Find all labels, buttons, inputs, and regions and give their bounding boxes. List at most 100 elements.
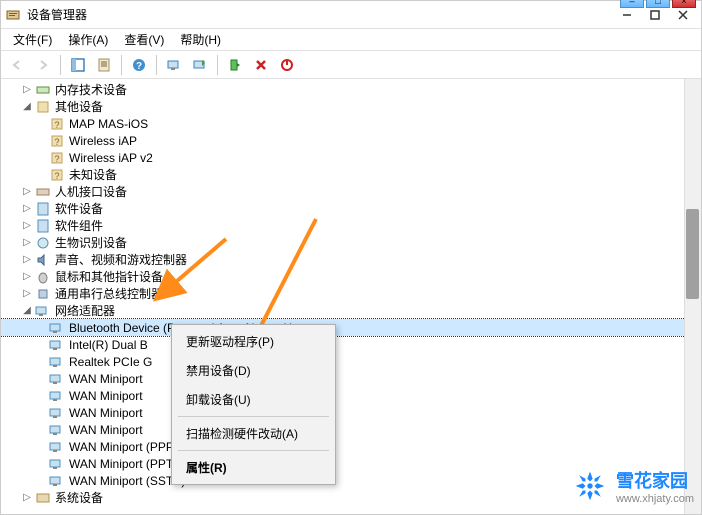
network-adapter-icon — [49, 371, 65, 387]
toolbar-separator — [156, 55, 157, 75]
window-title: 设备管理器 — [27, 6, 613, 23]
ctx-separator — [178, 416, 329, 417]
tree-item-other[interactable]: ◢其他设备 — [1, 98, 701, 115]
back-button — [5, 53, 29, 77]
ctx-separator — [178, 450, 329, 451]
mini-close[interactable]: × — [672, 0, 696, 8]
device-tree[interactable]: ▷内存技术设备 ◢其他设备 ?MAP MAS-iOS ?Wireless iAP… — [1, 79, 701, 514]
forward-button — [31, 53, 55, 77]
disable-button[interactable] — [275, 53, 299, 77]
expander-icon[interactable]: ◢ — [21, 305, 33, 317]
network-adapter-icon — [49, 456, 65, 472]
help-button[interactable]: ? — [127, 53, 151, 77]
network-adapter-icon — [49, 337, 65, 353]
software-icon — [35, 201, 51, 217]
tree-item-software-dev[interactable]: ▷软件设备 — [1, 200, 701, 217]
ctx-properties[interactable]: 属性(R) — [174, 453, 333, 482]
ctx-update-driver[interactable]: 更新驱动程序(P) — [174, 327, 333, 356]
expander-icon[interactable]: ▷ — [21, 492, 33, 504]
tree-item[interactable]: WAN Miniport — [1, 370, 701, 387]
expander-icon[interactable]: ◢ — [21, 101, 33, 113]
svg-text:?: ? — [54, 154, 59, 164]
ctx-uninstall[interactable]: 卸载设备(U) — [174, 385, 333, 414]
ctx-scan[interactable]: 扫描检测硬件改动(A) — [174, 419, 333, 448]
network-adapter-icon — [49, 422, 65, 438]
usb-icon — [35, 286, 51, 302]
tree-item-software-comp[interactable]: ▷软件组件 — [1, 217, 701, 234]
network-adapter-icon — [49, 320, 65, 336]
properties-button[interactable] — [92, 53, 116, 77]
tree-item[interactable]: ?Wireless iAP v2 — [1, 149, 701, 166]
hid-icon — [35, 184, 51, 200]
toolbar: ? — [1, 51, 701, 79]
other-devices-icon — [35, 99, 51, 115]
watermark-text: 雪花家园 — [616, 467, 694, 493]
tree-item-hid[interactable]: ▷人机接口设备 — [1, 183, 701, 200]
tree-item-usb[interactable]: ▷通用串行总线控制器 — [1, 285, 701, 302]
tree-item[interactable]: Realtek PCIe G — [1, 353, 701, 370]
network-adapter-icon — [49, 388, 65, 404]
software-icon — [35, 218, 51, 234]
tree-item-biometric[interactable]: ▷生物识别设备 — [1, 234, 701, 251]
expander-icon[interactable]: ▷ — [21, 220, 33, 232]
vertical-scrollbar[interactable] — [684, 79, 701, 514]
svg-text:?: ? — [54, 171, 59, 181]
network-adapter-icon — [49, 405, 65, 421]
ctx-disable[interactable]: 禁用设备(D) — [174, 356, 333, 385]
scrollbar-thumb[interactable] — [686, 209, 699, 299]
tree-item-audio[interactable]: ▷声音、视频和游戏控制器 — [1, 251, 701, 268]
expander-icon[interactable]: ▷ — [21, 271, 33, 283]
unknown-device-icon: ? — [49, 150, 65, 166]
svg-text:?: ? — [136, 61, 142, 72]
tree-item-bluetooth[interactable]: Bluetooth Device (Personal Area Network) — [1, 319, 701, 336]
expander-icon[interactable]: ▷ — [21, 203, 33, 215]
expander-icon[interactable]: ▷ — [21, 254, 33, 266]
network-adapter-icon — [49, 473, 65, 489]
tree-item[interactable]: WAN Miniport — [1, 404, 701, 421]
menu-file[interactable]: 文件(F) — [5, 29, 60, 50]
expander-icon[interactable]: ▷ — [21, 288, 33, 300]
device-manager-window: 设备管理器 文件(F) 操作(A) 查看(V) 帮助(H) ? ▷内存技术设备 — [0, 0, 702, 515]
tree-item[interactable]: WAN Miniport — [1, 421, 701, 438]
expander-icon[interactable]: ▷ — [21, 186, 33, 198]
update-driver-button[interactable] — [188, 53, 212, 77]
memory-icon — [35, 82, 51, 98]
tree-item[interactable]: WAN Miniport (PPPOE) — [1, 438, 701, 455]
tree-item[interactable]: Intel(R) Dual B — [1, 336, 701, 353]
svg-text:?: ? — [54, 120, 59, 130]
snowflake-icon — [572, 468, 608, 504]
network-adapter-icon — [49, 439, 65, 455]
expander-icon[interactable]: ▷ — [21, 84, 33, 96]
network-adapter-icon — [35, 303, 51, 319]
unknown-device-icon: ? — [49, 133, 65, 149]
toolbar-separator — [217, 55, 218, 75]
mini-maximize[interactable]: □ — [646, 0, 670, 8]
tree-item[interactable]: ?未知设备 — [1, 166, 701, 183]
tree-item-mouse[interactable]: ▷鼠标和其他指针设备 — [1, 268, 701, 285]
toolbar-separator — [121, 55, 122, 75]
toolbar-separator — [60, 55, 61, 75]
uninstall-button[interactable] — [249, 53, 273, 77]
menu-help[interactable]: 帮助(H) — [172, 29, 229, 50]
context-menu: 更新驱动程序(P) 禁用设备(D) 卸载设备(U) 扫描检测硬件改动(A) 属性… — [171, 324, 336, 485]
titlebar: 设备管理器 — [1, 1, 701, 29]
tree-item[interactable]: WAN Miniport — [1, 387, 701, 404]
menu-action[interactable]: 操作(A) — [60, 29, 116, 50]
tree-item-memory[interactable]: ▷内存技术设备 — [1, 81, 701, 98]
scan-hardware-button[interactable] — [162, 53, 186, 77]
watermark-url: www.xhjaty.com — [616, 493, 694, 505]
tree-item[interactable]: ?MAP MAS-iOS — [1, 115, 701, 132]
mini-minimize[interactable]: – — [620, 0, 644, 8]
show-hide-button[interactable] — [66, 53, 90, 77]
tree-item-network[interactable]: ◢网络适配器 — [1, 302, 701, 319]
mouse-icon — [35, 269, 51, 285]
menu-view[interactable]: 查看(V) — [116, 29, 172, 50]
tree-item[interactable]: ?Wireless iAP — [1, 132, 701, 149]
enable-button[interactable] — [223, 53, 247, 77]
expander-icon[interactable]: ▷ — [21, 237, 33, 249]
audio-icon — [35, 252, 51, 268]
svg-text:?: ? — [54, 137, 59, 147]
unknown-device-icon: ? — [49, 116, 65, 132]
system-icon — [35, 490, 51, 506]
app-icon — [5, 7, 21, 23]
